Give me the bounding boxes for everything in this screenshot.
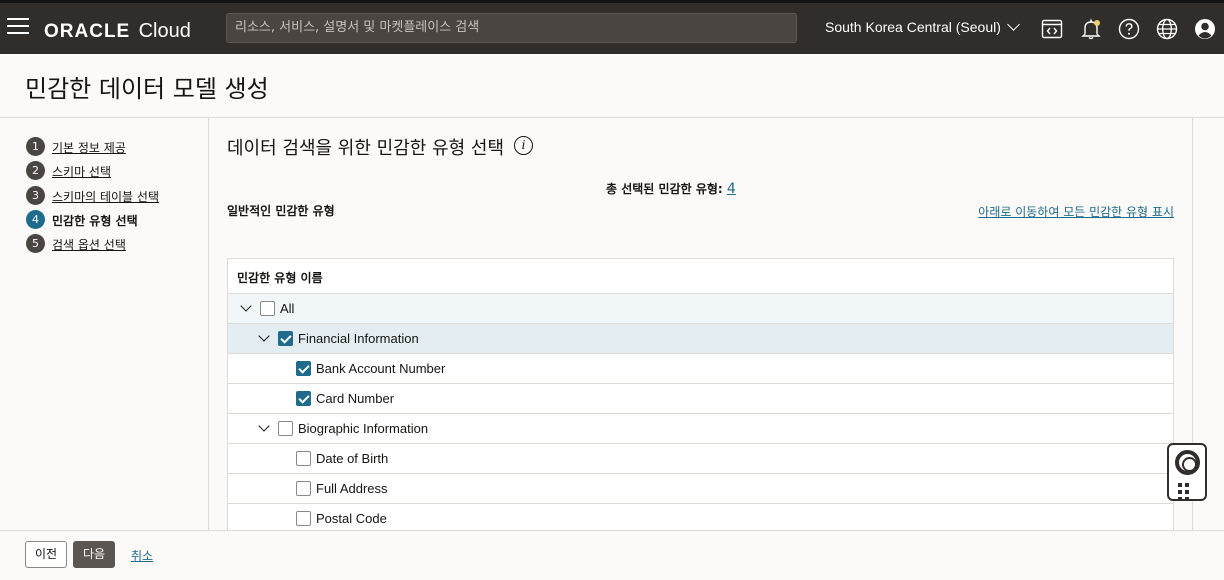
step-number: 3 [26, 186, 45, 205]
row-label: Bank Account Number [316, 361, 446, 376]
show-all-types-link[interactable]: 아래로 이동하여 모든 민감한 유형 표시 [978, 203, 1174, 220]
step-label[interactable]: 검색 옵션 선택 [52, 236, 126, 253]
checkbox-card-number[interactable] [296, 391, 311, 406]
step-label[interactable]: 기본 정보 제공 [52, 139, 126, 156]
tree-row-postal-code[interactable]: Postal Code [228, 504, 1173, 530]
tree-row-card-number[interactable]: Card Number [228, 384, 1173, 414]
wizard-steps: 1 기본 정보 제공 2 스키마 선택 3 스키마의 테이블 선택 4 민감한 … [0, 118, 209, 530]
chevron-down-icon [1007, 18, 1020, 31]
previous-button[interactable]: 이전 [25, 541, 67, 568]
code-editor-icon[interactable] [1040, 17, 1064, 41]
chevron-down-icon[interactable] [258, 332, 270, 344]
step-label: 민감한 유형 선택 [52, 214, 138, 228]
total-selected-count[interactable]: 4 [727, 181, 736, 197]
user-icon[interactable] [1193, 17, 1217, 41]
column-header-name[interactable]: 민감한 유형 이름 [228, 259, 1173, 294]
page-title: 민감한 데이터 모델 생성 [25, 75, 269, 103]
step-label[interactable]: 스키마의 테이블 선택 [52, 188, 159, 205]
step-label[interactable]: 스키마 선택 [52, 163, 111, 180]
info-icon[interactable]: i [514, 136, 533, 155]
tree-row-bank-account-number[interactable]: Bank Account Number [228, 354, 1173, 384]
row-label: Postal Code [316, 511, 387, 526]
next-button[interactable]: 다음 [73, 541, 115, 568]
checkbox-postal-code[interactable] [296, 511, 311, 526]
globe-icon[interactable] [1155, 17, 1179, 41]
checkbox-biographic-information[interactable] [278, 421, 293, 436]
checkbox-financial-information[interactable] [278, 331, 293, 346]
tree-row-all[interactable]: All [228, 294, 1173, 324]
menu-icon[interactable] [7, 18, 29, 36]
apps-grid-icon [1178, 483, 1198, 501]
row-label: Full Address [316, 481, 388, 496]
cancel-link[interactable]: 취소 [131, 547, 153, 564]
tree-row-date-of-birth[interactable]: Date of Birth [228, 444, 1173, 474]
tree-row-financial-information[interactable]: Financial Information [228, 324, 1173, 354]
tree-row-biographic-information[interactable]: Biographic Information [228, 414, 1173, 444]
common-types-label: 일반적인 민감한 유형 [227, 204, 335, 218]
top-bar: ORACLE Cloud 리소스, 서비스, 설명서 및 마켓플레이스 검색 S… [0, 0, 1224, 54]
step-number: 1 [26, 137, 45, 156]
chevron-down-icon[interactable] [258, 422, 270, 434]
row-label: Card Number [316, 391, 395, 406]
page-header: 민감한 데이터 모델 생성 [0, 54, 1224, 118]
chevron-down-icon[interactable] [240, 302, 252, 314]
oracle-cloud-logo[interactable]: ORACLE Cloud [44, 18, 191, 43]
wizard-footer: 이전 다음 취소 [0, 530, 1224, 580]
checkbox-date-of-birth[interactable] [296, 451, 311, 466]
row-label: Financial Information [298, 331, 419, 346]
checkbox-full-address[interactable] [296, 481, 311, 496]
row-label: Biographic Information [298, 421, 429, 436]
bell-icon[interactable] [1079, 17, 1103, 41]
help-icon[interactable] [1117, 17, 1141, 41]
checkbox-bank-account-number[interactable] [296, 361, 311, 376]
row-label: All [280, 301, 295, 316]
lifebuoy-icon [1175, 450, 1200, 475]
region-label: South Korea Central (Seoul) [825, 19, 1001, 35]
region-selector[interactable]: South Korea Central (Seoul) [825, 18, 1020, 35]
logo-brand: ORACLE [44, 21, 131, 42]
step-number: 2 [26, 161, 45, 180]
row-label: Date of Birth [316, 451, 389, 466]
help-support-widget[interactable] [1167, 443, 1207, 501]
total-selected: 총 선택된 민감한 유형: 4 [606, 180, 736, 197]
step-number: 5 [26, 234, 45, 253]
logo-product: Cloud [138, 20, 191, 42]
section-heading: 데이터 검색을 위한 민감한 유형 선택 [227, 138, 505, 159]
step-number: 4 [26, 210, 45, 229]
search-input[interactable]: 리소스, 서비스, 설명서 및 마켓플레이스 검색 [226, 13, 797, 43]
tree-row-full-address[interactable]: Full Address [228, 474, 1173, 504]
main-content: 데이터 검색을 위한 민감한 유형 선택 i 총 선택된 민감한 유형: 4 일… [210, 118, 1192, 530]
checkbox-all[interactable] [260, 301, 275, 316]
total-selected-label: 총 선택된 민감한 유형: [606, 182, 723, 196]
sensitive-types-tree-table: 민감한 유형 이름 All Financial Information Bank… [227, 258, 1174, 530]
